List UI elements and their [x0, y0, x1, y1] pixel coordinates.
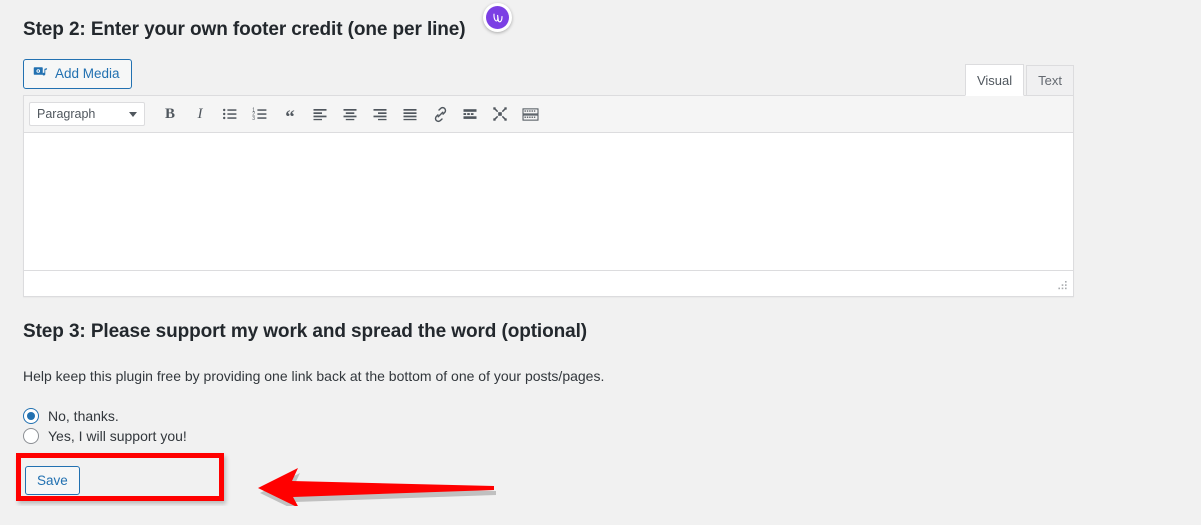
paragraph-format-select[interactable]: Paragraph	[29, 102, 145, 126]
add-media-label: Add Media	[55, 66, 120, 82]
support-option-yes[interactable]: Yes, I will support you!	[23, 428, 187, 444]
keyboard-shortcuts-button[interactable]	[517, 101, 544, 127]
editor-mode-tabs: Visual Text	[964, 64, 1074, 96]
page-title-step-2: Step 2: Enter your own footer credit (on…	[23, 19, 466, 40]
justify-button[interactable]	[397, 101, 424, 127]
save-button[interactable]: Save	[25, 466, 80, 495]
distraction-free-button[interactable]	[487, 101, 514, 127]
add-media-button[interactable]: Add Media	[23, 59, 132, 89]
tinymce-editor: Paragraph B I 1 2 3 “	[23, 95, 1074, 297]
align-center-button[interactable]	[337, 101, 364, 127]
italic-button[interactable]: I	[187, 101, 214, 127]
editor-toolbar: Paragraph B I 1 2 3 “	[24, 96, 1073, 133]
editor-status-bar	[24, 270, 1073, 296]
radio-yes-support[interactable]	[23, 428, 39, 444]
align-left-button[interactable]	[307, 101, 334, 127]
support-option-no-thanks[interactable]: No, thanks.	[23, 408, 119, 424]
bold-button[interactable]: B	[157, 101, 184, 127]
format-select-value: Paragraph	[37, 107, 96, 121]
tab-text[interactable]: Text	[1026, 65, 1074, 96]
step-3-help-text: Help keep this plugin free by providing …	[23, 368, 605, 384]
support-option-label-1: Yes, I will support you!	[48, 428, 187, 444]
svg-text:3: 3	[252, 116, 255, 122]
blockquote-button[interactable]: “	[277, 98, 304, 130]
bulleted-list-button[interactable]	[217, 101, 244, 127]
insert-link-button[interactable]	[427, 101, 454, 127]
grammarly-badge-inner	[486, 6, 509, 29]
left-pointing-arrow-icon	[258, 468, 496, 513]
align-right-button[interactable]	[367, 101, 394, 127]
numbered-list-button[interactable]: 1 2 3	[247, 101, 274, 127]
radio-no-thanks[interactable]	[23, 408, 39, 424]
resize-grip-icon[interactable]	[1055, 279, 1069, 293]
page-bottom-spacer	[0, 506, 1201, 525]
support-option-label-0: No, thanks.	[48, 408, 119, 424]
chevron-down-icon	[129, 111, 137, 117]
page-title-step-3: Step 3: Please support my work and sprea…	[23, 321, 587, 342]
tab-visual[interactable]: Visual	[964, 64, 1025, 96]
grammarly-w-badge-icon[interactable]	[483, 3, 512, 32]
media-library-icon	[33, 65, 48, 83]
editor-content-area[interactable]	[24, 133, 1073, 270]
read-more-button[interactable]	[457, 101, 484, 127]
